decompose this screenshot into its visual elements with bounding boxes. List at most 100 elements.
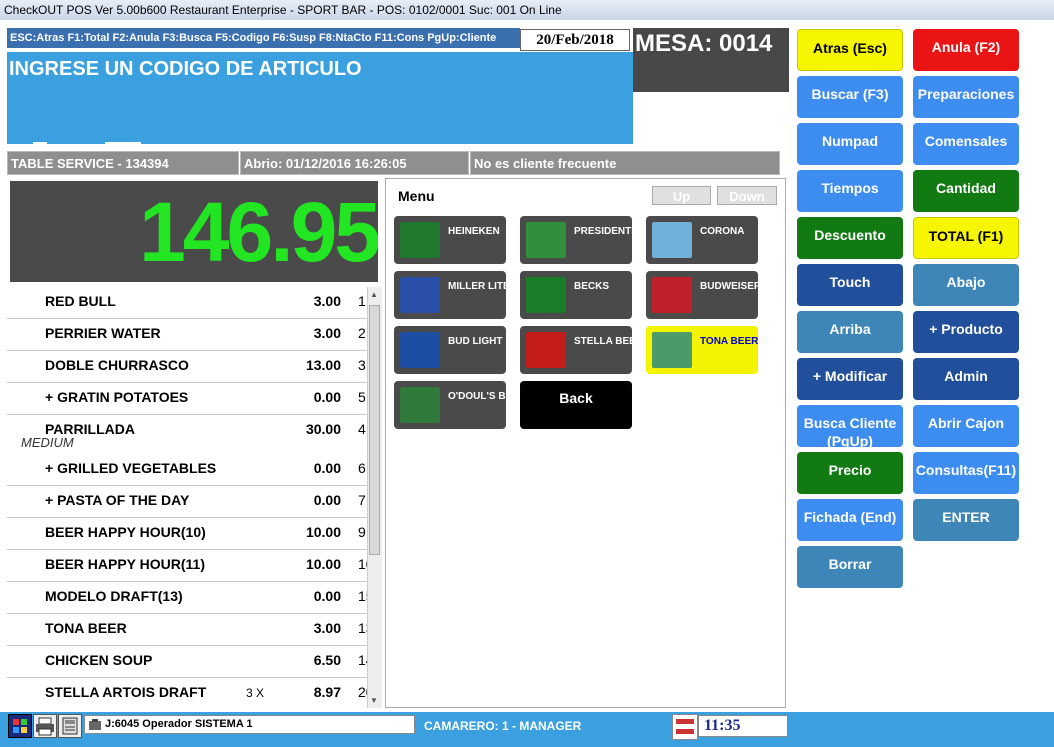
scroll-down-icon[interactable]: ▼ bbox=[370, 696, 378, 705]
menu-item-label: PRESIDENTE bbox=[574, 226, 632, 237]
buscar-f3-button[interactable]: Buscar (F3) bbox=[797, 76, 903, 118]
menu-item-budweiser[interactable]: BUDWEISER bbox=[646, 271, 758, 319]
item-name: + PASTA OF THE DAY bbox=[45, 492, 190, 508]
operator-text: J:6045 Operador SISTEMA 1 bbox=[105, 718, 253, 730]
operator-icon bbox=[89, 719, 101, 730]
item-price: 10.00 bbox=[305, 524, 341, 540]
modificar-button[interactable]: + Modificar bbox=[797, 358, 903, 400]
busca-cliente-pgup-button[interactable]: Busca Cliente (PgUp) bbox=[797, 405, 903, 447]
item-name: MODELO DRAFT(13) bbox=[45, 588, 183, 604]
atras-esc-button[interactable]: Atras (Esc) bbox=[797, 29, 903, 71]
tiempos-button[interactable]: Tiempos bbox=[797, 170, 903, 212]
order-item-row[interactable]: DOBLE CHURRASCO 13.00 3 bbox=[7, 351, 371, 383]
item-price: 0.00 bbox=[313, 492, 341, 508]
prompt-tab-marker bbox=[105, 142, 141, 144]
menu-item-bud-light[interactable]: BUD LIGHT bbox=[394, 326, 506, 374]
item-quantity: 3 X bbox=[246, 686, 265, 700]
prompt-panel[interactable]: INGRESE UN CODIGO DE ARTICULO bbox=[7, 52, 633, 144]
menu-item-label: MILLER LITE bbox=[448, 281, 506, 292]
menu-item-o-doul-s-beer[interactable]: O'DOUL'S BEER bbox=[394, 381, 506, 429]
consultas-f11-button[interactable]: Consultas(F11) bbox=[913, 452, 1019, 494]
window-title: CheckOUT POS Ver 5.00b600 Restaurant Ent… bbox=[4, 3, 562, 17]
client-info: No es cliente frecuente bbox=[470, 151, 780, 175]
order-item-row[interactable]: BEER HAPPY HOUR(10) 10.00 9 bbox=[7, 518, 371, 550]
item-sequence: 7 bbox=[358, 492, 366, 508]
item-price: 13.00 bbox=[305, 357, 341, 373]
order-item-row[interactable]: CHICKEN SOUP6.5014 bbox=[7, 646, 371, 678]
menu-item-label: BUD LIGHT bbox=[448, 336, 503, 347]
order-item-row[interactable]: + GRILLED VEGETABLES 0.00 6 bbox=[7, 454, 371, 486]
order-item-row[interactable]: TONA BEER3.0013 bbox=[7, 614, 371, 646]
comensales-button[interactable]: Comensales bbox=[913, 123, 1019, 165]
total-display: 146.95 bbox=[10, 181, 378, 282]
item-price: 8.97 bbox=[313, 684, 341, 700]
order-item-row[interactable]: MODELO DRAFT(13)0.0015 bbox=[7, 582, 371, 614]
item-price: 3.00 bbox=[313, 325, 341, 341]
total-amount: 146.95 bbox=[139, 185, 378, 279]
cantidad-button[interactable]: Cantidad bbox=[913, 170, 1019, 212]
cash-register-icon[interactable] bbox=[58, 714, 82, 738]
preparaciones-button[interactable]: Preparaciones bbox=[913, 76, 1019, 118]
service-info: TABLE SERVICE - 134394 bbox=[7, 151, 239, 175]
menu-back-button[interactable]: Back bbox=[520, 381, 632, 429]
product-image bbox=[526, 222, 566, 258]
item-sequence: 5 bbox=[358, 389, 366, 405]
product-image bbox=[526, 332, 566, 368]
menu-up-button[interactable]: Up bbox=[652, 186, 711, 205]
item-name: BEER HAPPY HOUR(11) bbox=[45, 556, 206, 572]
order-list-scrollbar[interactable]: ▲ ▼ bbox=[367, 287, 382, 708]
menu-down-button[interactable]: Down bbox=[717, 186, 777, 205]
numpad-button[interactable]: Numpad bbox=[797, 123, 903, 165]
menu-item-heineken[interactable]: HEINEKEN bbox=[394, 216, 506, 264]
product-image bbox=[652, 277, 692, 313]
printer-icon[interactable] bbox=[33, 714, 57, 738]
menu-item-becks[interactable]: BECKS bbox=[520, 271, 632, 319]
abajo-button[interactable]: Abajo bbox=[913, 264, 1019, 306]
product-image bbox=[652, 222, 692, 258]
order-item-row[interactable]: STELLA ARTOIS DRAFT3 X8.9720 bbox=[7, 678, 371, 708]
table-number-panel: MESA: 0014 bbox=[633, 28, 789, 92]
order-item-row[interactable]: BEER HAPPY HOUR(11)10.0010 bbox=[7, 550, 371, 582]
menu-item-presidente[interactable]: PRESIDENTE bbox=[520, 216, 632, 264]
menu-item-miller-lite[interactable]: MILLER LITE bbox=[394, 271, 506, 319]
item-price: 6.50 bbox=[313, 652, 341, 668]
arriba-button[interactable]: Arriba bbox=[797, 311, 903, 353]
order-item-row[interactable]: + GRATIN POTATOES 0.00 5 bbox=[7, 383, 371, 415]
menu-item-stella-beer[interactable]: STELLA BEER bbox=[520, 326, 632, 374]
scroll-up-icon[interactable]: ▲ bbox=[370, 290, 378, 299]
menu-item-label: TONA BEER bbox=[700, 336, 758, 347]
menu-item-label: HEINEKEN bbox=[448, 226, 500, 237]
item-price: 10.00 bbox=[305, 556, 341, 572]
menu-item-label: BECKS bbox=[574, 281, 610, 292]
abrir-cajon-button[interactable]: Abrir Cajon bbox=[913, 405, 1019, 447]
menu-item-corona[interactable]: CORONA bbox=[646, 216, 758, 264]
order-item-row[interactable]: + PASTA OF THE DAY 0.00 7 bbox=[7, 486, 371, 518]
order-item-row[interactable]: RED BULL 3.00 1 bbox=[7, 287, 371, 319]
windows-icon[interactable] bbox=[8, 714, 32, 738]
menu-item-label: CORONA bbox=[700, 226, 745, 237]
enter-button[interactable]: ENTER bbox=[913, 499, 1019, 541]
item-price: 3.00 bbox=[313, 620, 341, 636]
item-sequence: 1 bbox=[358, 293, 366, 309]
menu-item-label: O'DOUL'S BEER bbox=[448, 391, 506, 402]
touch-button[interactable]: Touch bbox=[797, 264, 903, 306]
menu-item-label: STELLA BEER bbox=[574, 336, 632, 347]
borrar-button[interactable]: Borrar bbox=[797, 546, 903, 588]
order-item-row[interactable]: PERRIER WATER 3.00 2 bbox=[7, 319, 371, 351]
descuento-button[interactable]: Descuento bbox=[797, 217, 903, 259]
anula-f2-button[interactable]: Anula (F2) bbox=[913, 29, 1019, 71]
fichada-end-button[interactable]: Fichada (End) bbox=[797, 499, 903, 541]
window-title-bar: CheckOUT POS Ver 5.00b600 Restaurant Ent… bbox=[0, 0, 1054, 21]
admin-button[interactable]: Admin bbox=[913, 358, 1019, 400]
scrollbar-thumb[interactable] bbox=[369, 305, 380, 555]
item-name: RED BULL bbox=[45, 293, 116, 309]
order-item-row[interactable]: PARRILLADA 30.00 4 bbox=[7, 415, 371, 437]
order-items-list[interactable]: RED BULL 3.00 1 PERRIER WATER 3.00 2 DOBLE CHU… bbox=[7, 287, 371, 708]
item-price: 3.00 bbox=[313, 293, 341, 309]
item-name: BEER HAPPY HOUR(10) bbox=[45, 524, 206, 540]
precio-button[interactable]: Precio bbox=[797, 452, 903, 494]
item-name: PARRILLADA bbox=[45, 421, 135, 437]
total-f1-button[interactable]: TOTAL (F1) bbox=[913, 217, 1019, 259]
producto-button[interactable]: + Producto bbox=[913, 311, 1019, 353]
menu-item-tona-beer[interactable]: TONA BEER bbox=[646, 326, 758, 374]
